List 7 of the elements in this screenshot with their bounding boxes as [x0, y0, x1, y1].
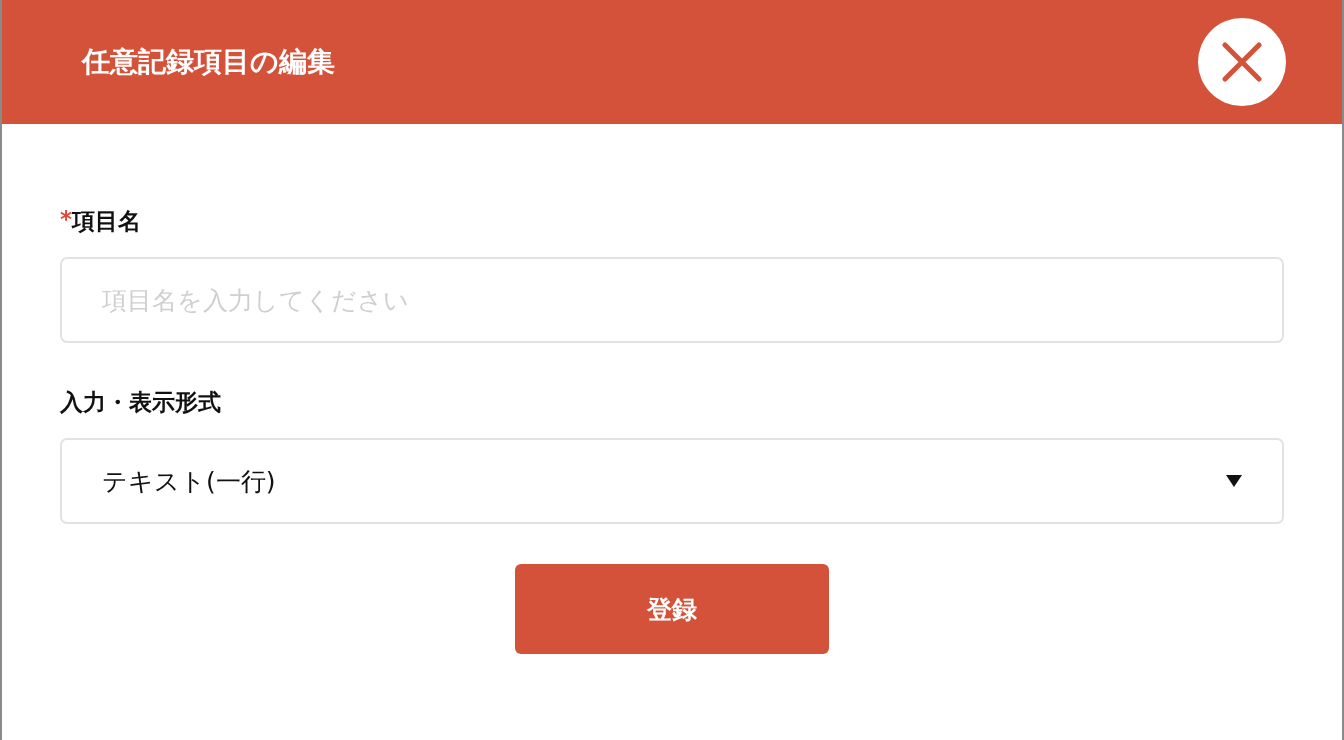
- close-icon: [1222, 42, 1262, 82]
- submit-button[interactable]: 登録: [515, 564, 829, 654]
- dialog-title: 任意記録項目の編集: [82, 44, 335, 80]
- dropdown-icon: [1226, 475, 1242, 487]
- field-label: 項目名: [72, 207, 142, 236]
- select-field[interactable]: テキスト(一行): [60, 438, 1284, 524]
- field-label: 入力・表示形式: [60, 388, 221, 417]
